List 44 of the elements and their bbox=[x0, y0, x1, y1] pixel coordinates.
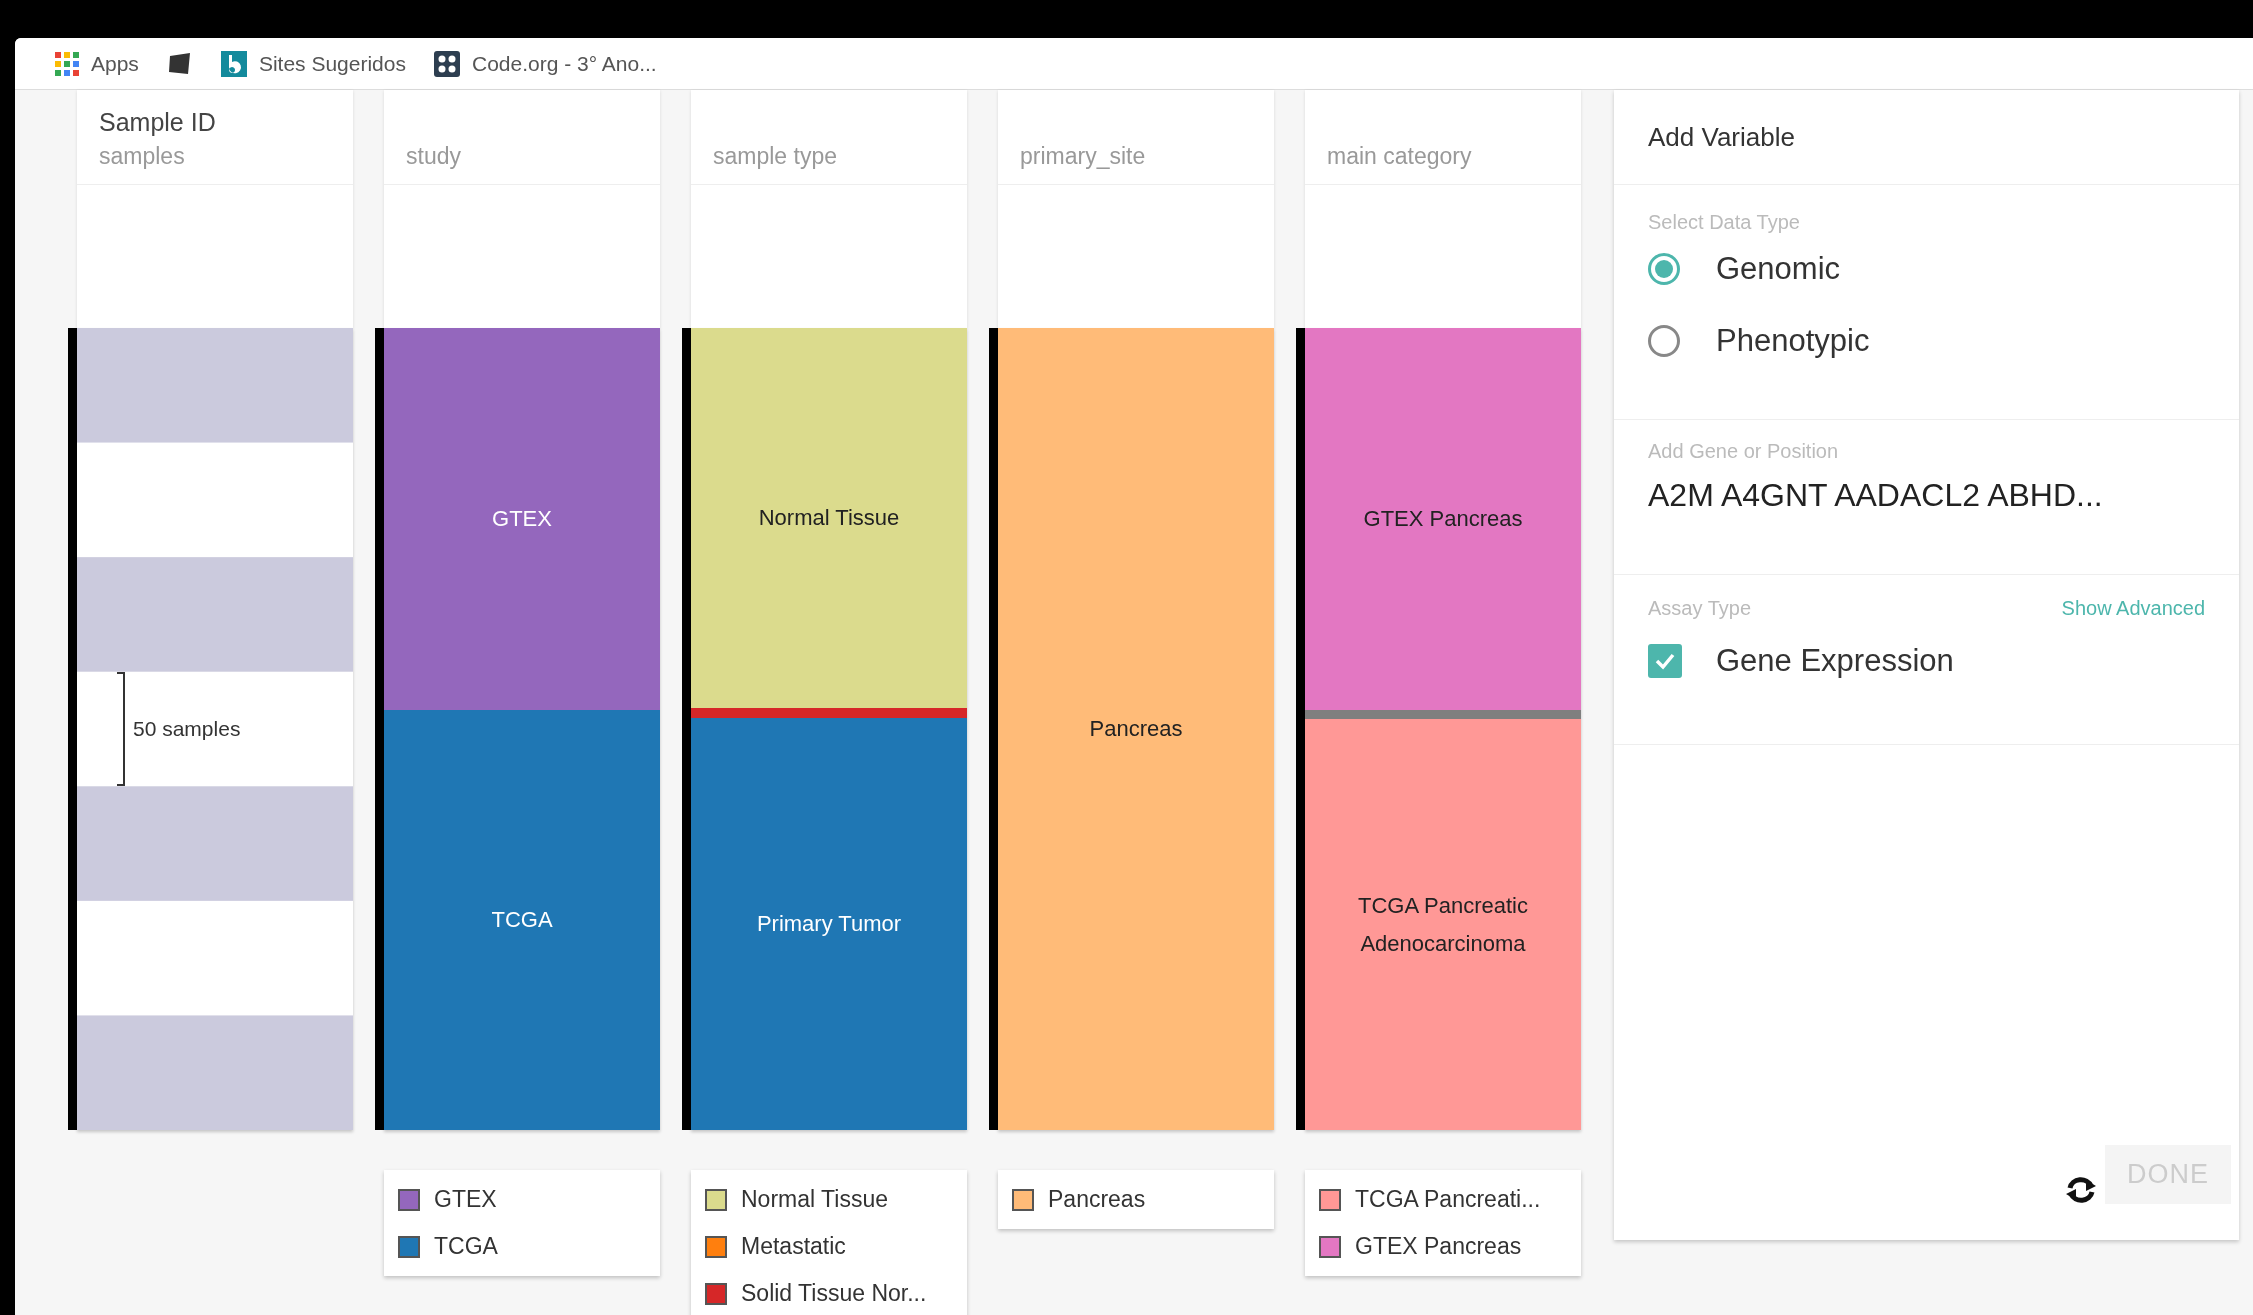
category-segment[interactable]: TCGA Pancreatic Adenocarcinoma bbox=[1305, 719, 1581, 1130]
segment-label: TCGA Pancreatic Adenocarcinoma bbox=[1357, 892, 1529, 958]
segment-label: Pancreas bbox=[1088, 715, 1184, 744]
legend-label: GTEX Pancreas bbox=[1355, 1233, 1522, 1260]
segment-label: GTEX Pancreas bbox=[1362, 505, 1524, 534]
checkbox-option[interactable]: Gene Expression bbox=[1648, 636, 2205, 686]
legend-label: TCGA Pancreati... bbox=[1355, 1186, 1541, 1213]
checkbox-icon[interactable] bbox=[1648, 644, 1682, 678]
radio-icon[interactable] bbox=[1648, 325, 1680, 357]
category-segment[interactable]: Primary Tumor bbox=[691, 717, 967, 1130]
legend-label: Normal Tissue bbox=[741, 1186, 888, 1213]
segment-label: Primary Tumor bbox=[755, 910, 903, 939]
apps-grid-icon[interactable] bbox=[55, 51, 79, 76]
legend-label: TCGA bbox=[434, 1233, 498, 1260]
panel-title: Add Variable bbox=[1648, 121, 1796, 153]
legend-label: GTEX bbox=[434, 1186, 497, 1213]
category-segment[interactable]: Pancreas bbox=[998, 328, 1274, 1130]
legend-label: Metastatic bbox=[741, 1233, 846, 1260]
segment-label: Normal Tissue bbox=[757, 504, 901, 533]
category-segment[interactable]: GTEX Pancreas bbox=[1305, 328, 1581, 710]
refresh-icon[interactable] bbox=[2065, 1176, 2097, 1204]
radio-option[interactable]: Genomic bbox=[1648, 244, 2205, 294]
category-segment[interactable]: TCGA bbox=[384, 709, 660, 1130]
field-label: Add Gene or Position bbox=[1648, 440, 1840, 463]
radio-option[interactable]: Phenotypic bbox=[1648, 316, 2205, 366]
bookmark-link[interactable]: Code.org - 3° Ano... bbox=[471, 51, 657, 76]
bracket-icon bbox=[117, 672, 125, 786]
legend-label: Solid Tissue Nor... bbox=[741, 1280, 927, 1307]
letter-b-icon[interactable] bbox=[220, 50, 247, 77]
section-label: Select Data Type bbox=[1648, 211, 1801, 234]
sample-count-label: 50 samples bbox=[133, 717, 241, 741]
section-label: Assay Type bbox=[1648, 597, 1752, 620]
dots-square-icon[interactable] bbox=[433, 50, 460, 77]
segment-label: GTEX bbox=[491, 505, 553, 534]
gene-input-field[interactable]: A2M A4GNT AADACL2 ABHD... bbox=[1648, 477, 2205, 514]
bookmark-link[interactable]: Apps bbox=[91, 51, 139, 76]
segment-label: TCGA bbox=[490, 906, 554, 935]
radio-icon[interactable] bbox=[1648, 253, 1680, 285]
bookmark-icon[interactable] bbox=[166, 51, 193, 76]
legend-label: Pancreas bbox=[1048, 1186, 1146, 1213]
column-title: Sample ID bbox=[99, 108, 217, 137]
category-segment[interactable]: GTEX bbox=[384, 328, 660, 710]
bookmark-link[interactable]: Sites Sugeridos bbox=[258, 51, 406, 76]
category-segment[interactable]: Normal Tissue bbox=[691, 328, 967, 709]
